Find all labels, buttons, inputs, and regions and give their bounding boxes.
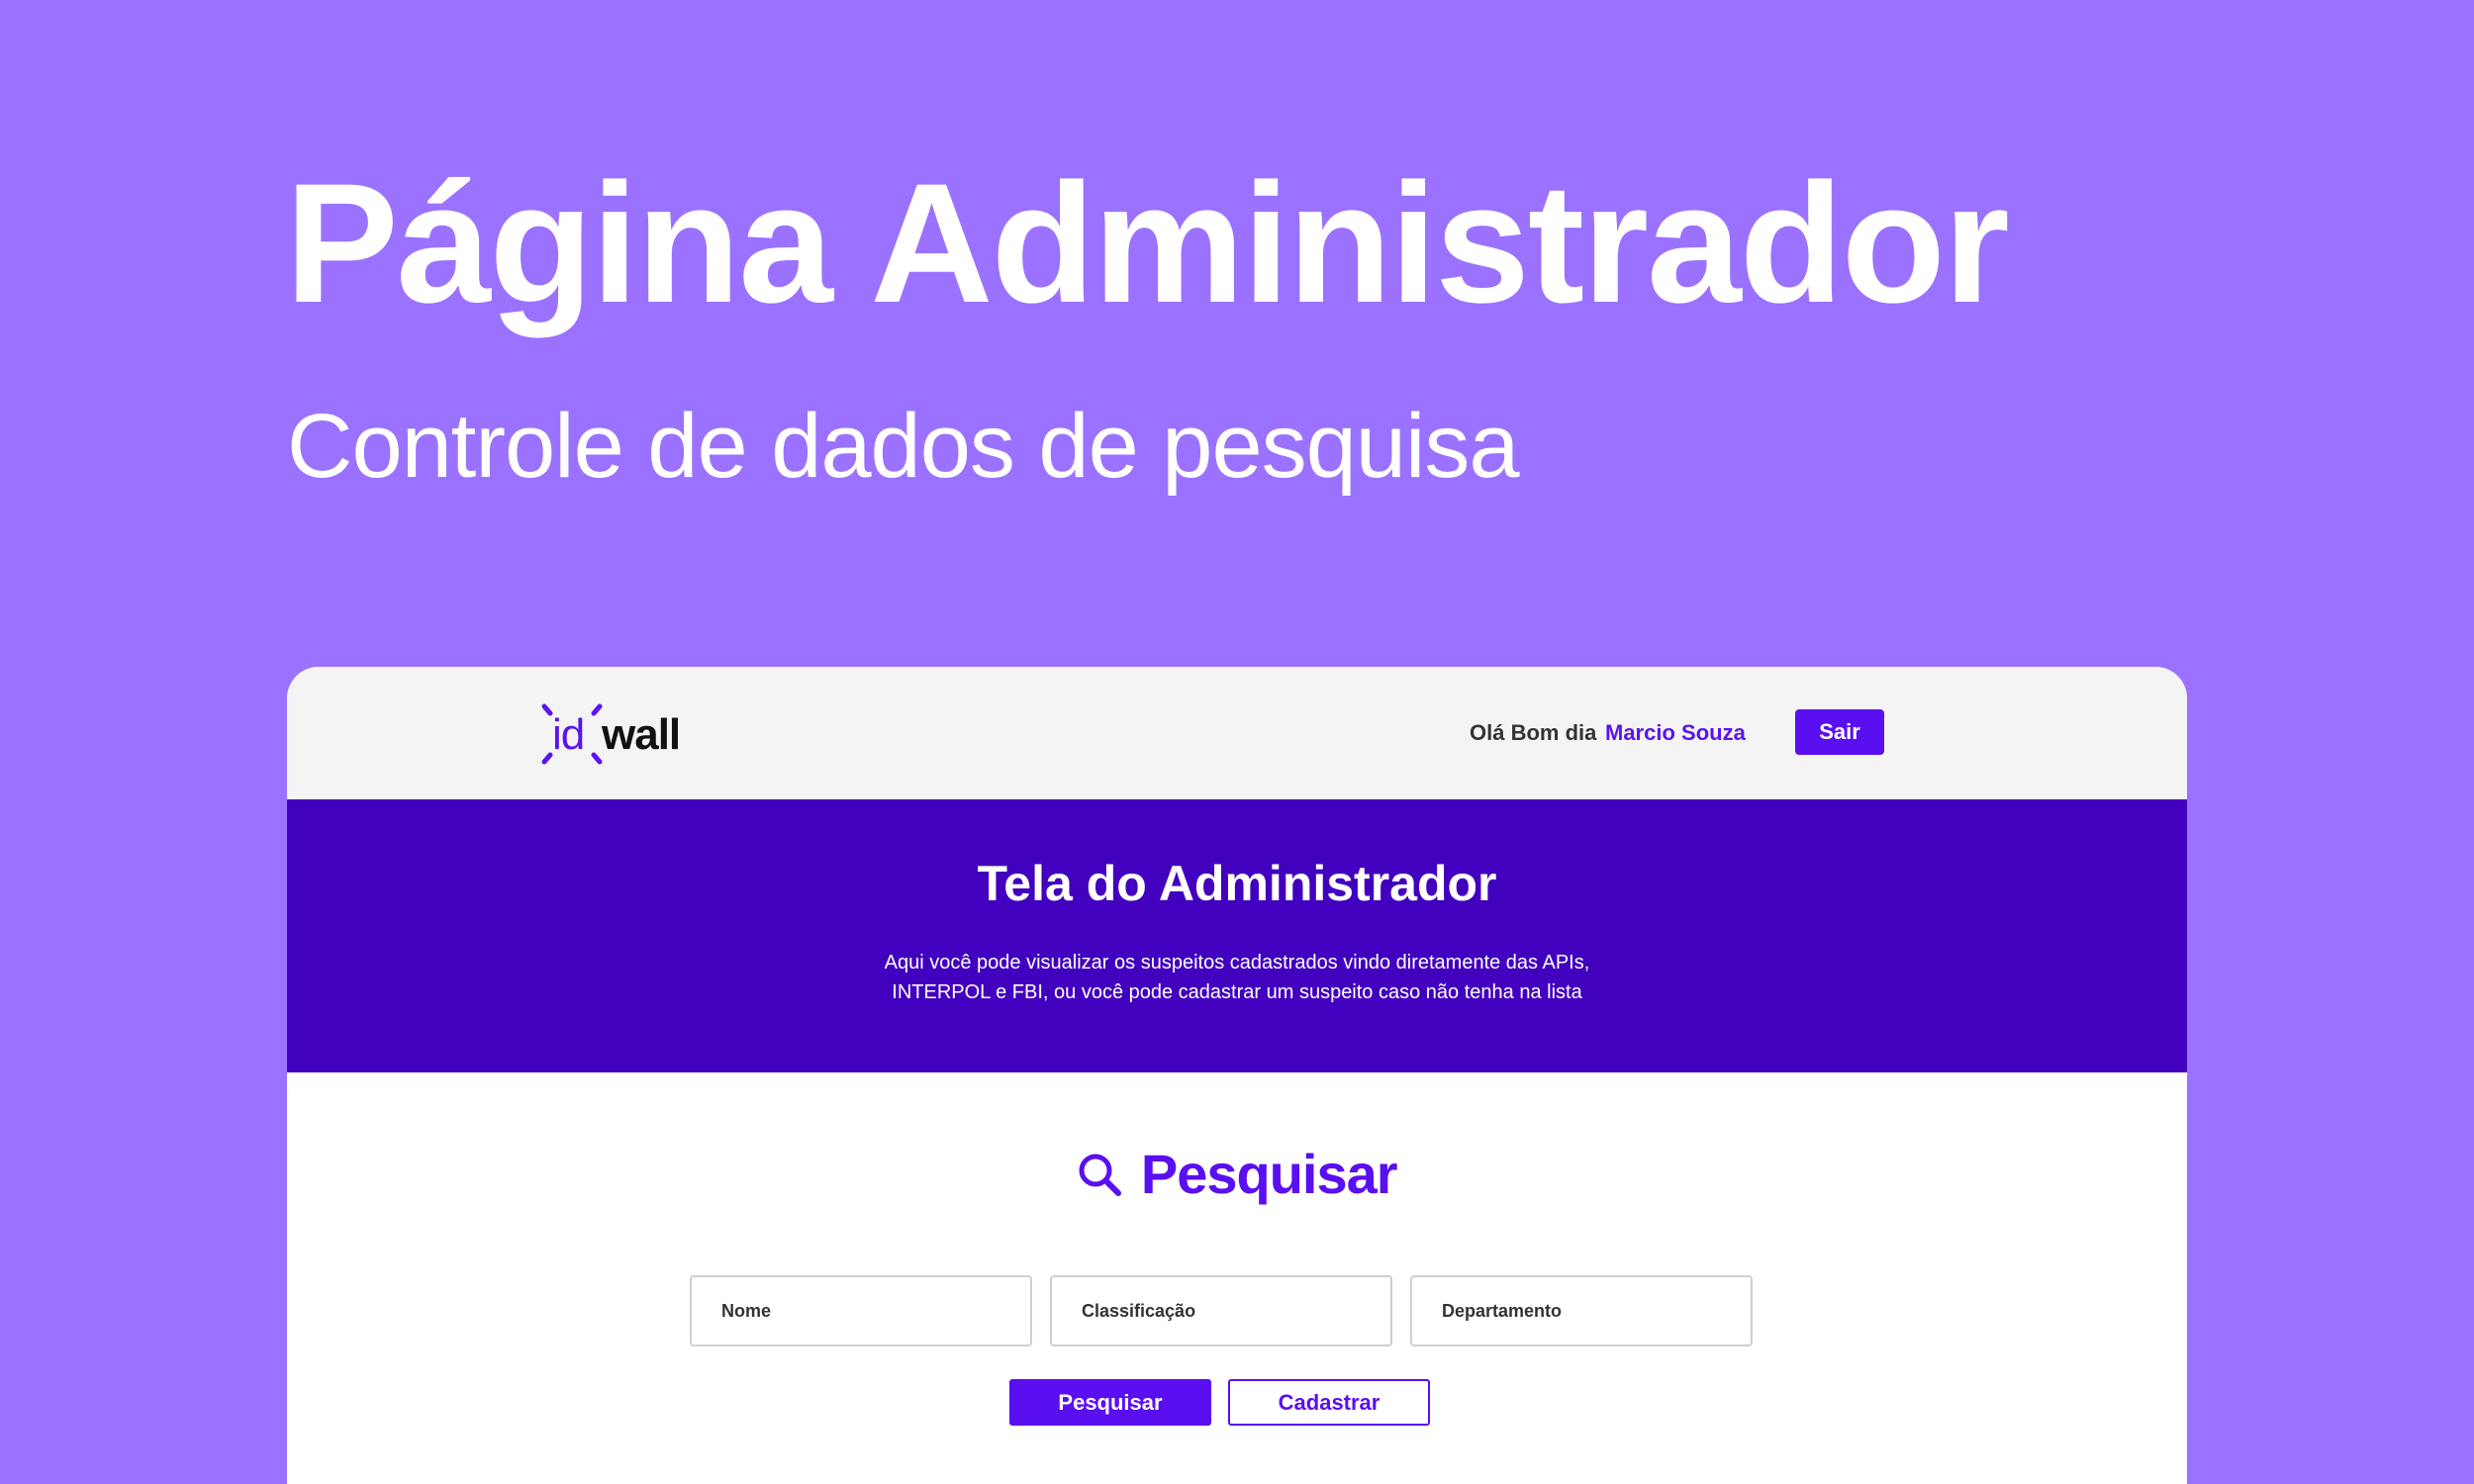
search-title: Pesquisar: [1140, 1143, 1398, 1205]
banner-description: Aqui você pode visualizar os suspeitos c…: [884, 952, 1590, 1003]
logo-text-wall: wall: [602, 710, 681, 759]
admin-page-mockup: id wall Olá Bom dia Marcio Souza Sair Te…: [287, 667, 2187, 1484]
logout-button[interactable]: Sair: [1795, 709, 1884, 755]
department-input[interactable]: [1410, 1275, 1753, 1346]
hero-subtitle: Controle de dados de pesquisa: [287, 396, 1520, 497]
name-input[interactable]: [690, 1275, 1032, 1346]
top-navbar: id wall Olá Bom dia Marcio Souza Sair: [287, 667, 2187, 799]
logo-text-id: id: [552, 710, 585, 759]
search-button[interactable]: Pesquisar: [1009, 1379, 1211, 1426]
user-name[interactable]: Marcio Souza: [1605, 720, 1746, 746]
search-heading: Pesquisar: [287, 1142, 2187, 1206]
banner-title: Tela do Administrador: [977, 856, 1497, 911]
classification-input[interactable]: [1050, 1275, 1392, 1346]
search-icon: [1079, 1154, 1122, 1196]
idwall-logo[interactable]: id wall: [534, 695, 683, 774]
admin-banner: Tela do Administrador Aqui você pode vis…: [287, 799, 2187, 1072]
hero-title: Página Administrador: [285, 148, 2010, 338]
greeting-text: Olá Bom dia: [1470, 720, 1597, 745]
register-button[interactable]: Cadastrar: [1228, 1379, 1430, 1426]
